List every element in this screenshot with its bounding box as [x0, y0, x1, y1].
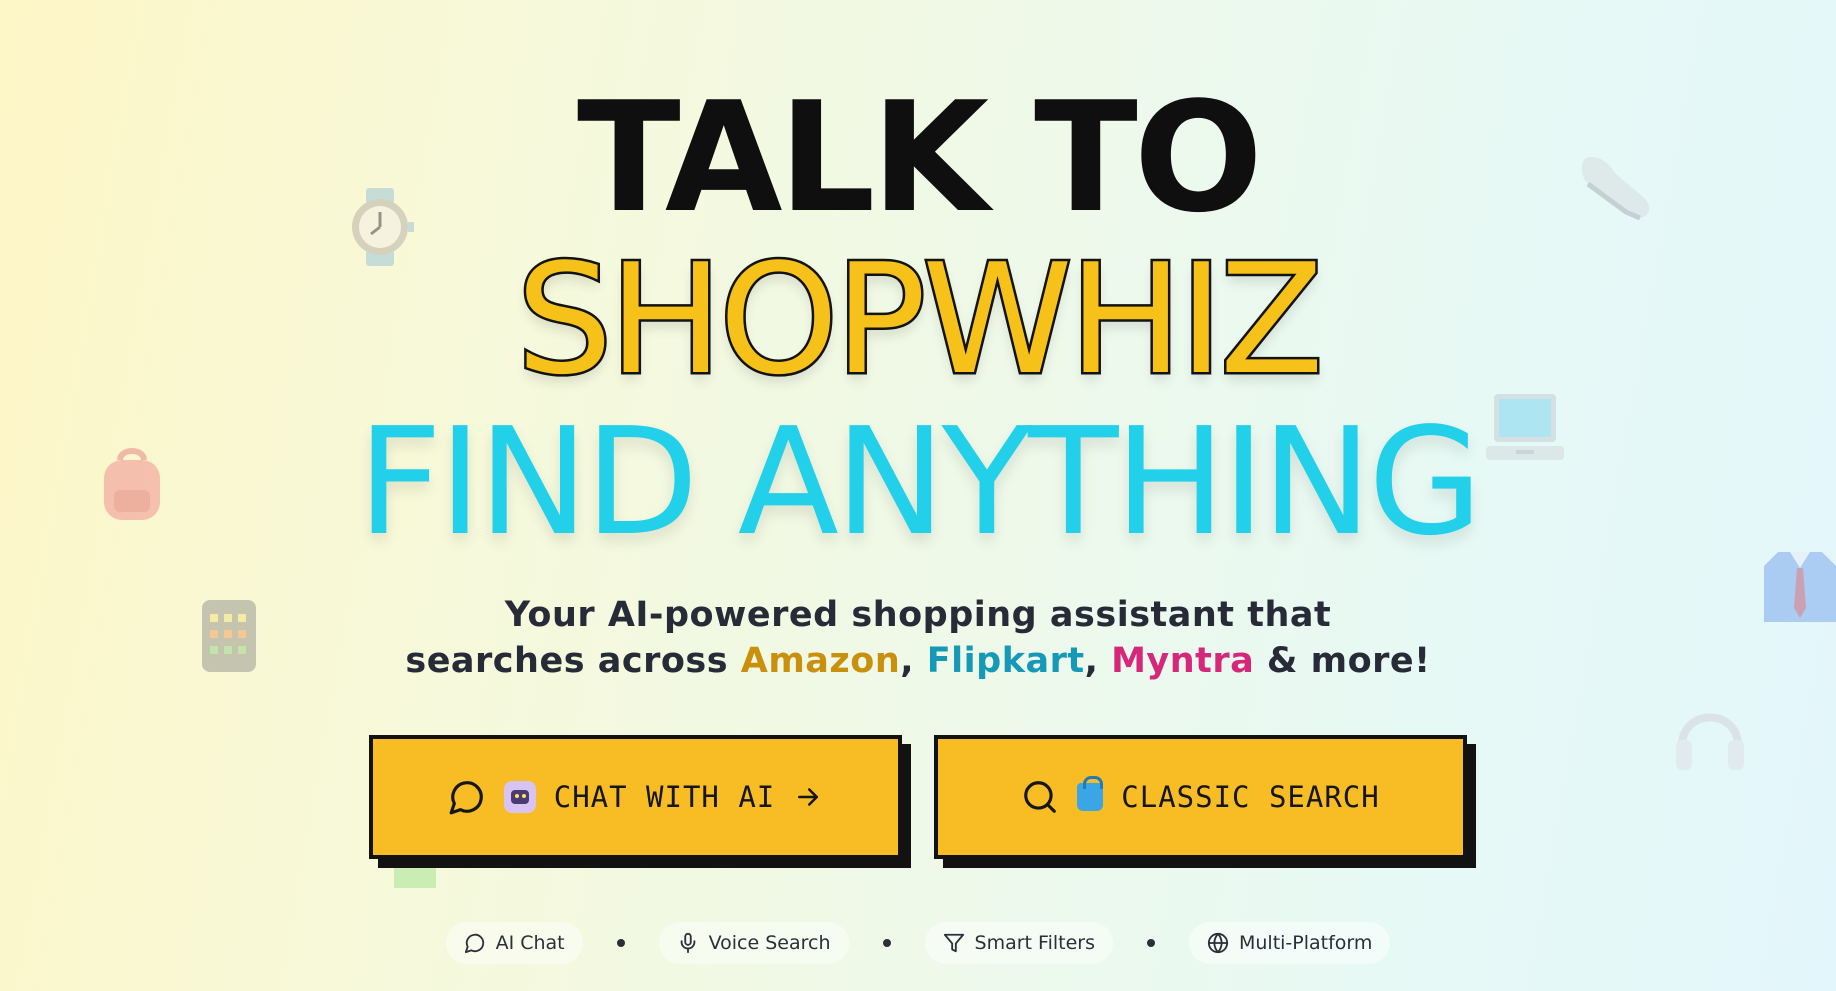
separator-dot — [1146, 939, 1155, 947]
feature-list: AI Chat Voice Search Smart Filters Multi… — [0, 922, 1836, 964]
green-tag-decoration — [394, 868, 436, 888]
chat-with-ai-label: CHAT WITH AI — [553, 780, 776, 814]
chat-with-ai-button[interactable]: CHAT WITH AI — [369, 735, 902, 859]
brand-amazon: Amazon — [740, 641, 901, 681]
subtitle-prefix: searches across — [405, 641, 741, 681]
brand-flipkart: Flipkart — [926, 641, 1085, 681]
hero-subtitle: Your AI-powered shopping assistant that … — [0, 592, 1836, 684]
feature-label: Voice Search — [708, 932, 831, 954]
filter-icon — [943, 933, 964, 953]
arrow-right-icon — [793, 782, 823, 812]
feature-voice-search[interactable]: Voice Search — [658, 922, 849, 964]
headphones-icon — [1676, 713, 1744, 770]
separator-dot — [616, 939, 625, 947]
subtitle-line-2: searches across Amazon, Flipkart, Myntra… — [0, 638, 1836, 684]
search-icon — [1021, 778, 1059, 816]
headline-line-3: FIND ANYTHING — [357, 396, 1483, 568]
feature-smart-filters[interactable]: Smart Filters — [924, 922, 1113, 964]
robot-icon — [503, 781, 536, 813]
separator-dot — [882, 939, 891, 947]
chat-bubble-icon — [448, 778, 486, 816]
feature-label: Smart Filters — [974, 932, 1095, 954]
feature-label: Multi-Platform — [1238, 932, 1373, 954]
microphone-icon — [680, 932, 695, 954]
shopping-bag-icon — [1077, 776, 1104, 811]
globe-icon — [1207, 932, 1229, 954]
headline-line-2: SHOPWHIZ — [514, 231, 1327, 408]
feature-multi-platform[interactable]: Multi-Platform — [1188, 922, 1391, 964]
subtitle-separator: , — [900, 641, 927, 681]
subtitle-suffix: & more! — [1254, 641, 1431, 681]
feature-label: AI Chat — [495, 932, 565, 954]
chat-bubble-icon — [464, 933, 484, 954]
subtitle-line-1: Your AI-powered shopping assistant that — [504, 595, 1332, 635]
brand-myntra: Myntra — [1111, 641, 1255, 681]
feature-ai-chat[interactable]: AI Chat — [445, 922, 583, 964]
subtitle-separator: , — [1084, 641, 1112, 681]
headline-line-1: TALK TO — [577, 69, 1263, 246]
classic-search-label: CLASSIC SEARCH — [1121, 780, 1380, 814]
hero-section: TALK TO SHOPWHIZ FIND ANYTHING Your AI-p… — [0, 0, 1836, 991]
classic-search-button[interactable]: CLASSIC SEARCH — [934, 735, 1467, 859]
